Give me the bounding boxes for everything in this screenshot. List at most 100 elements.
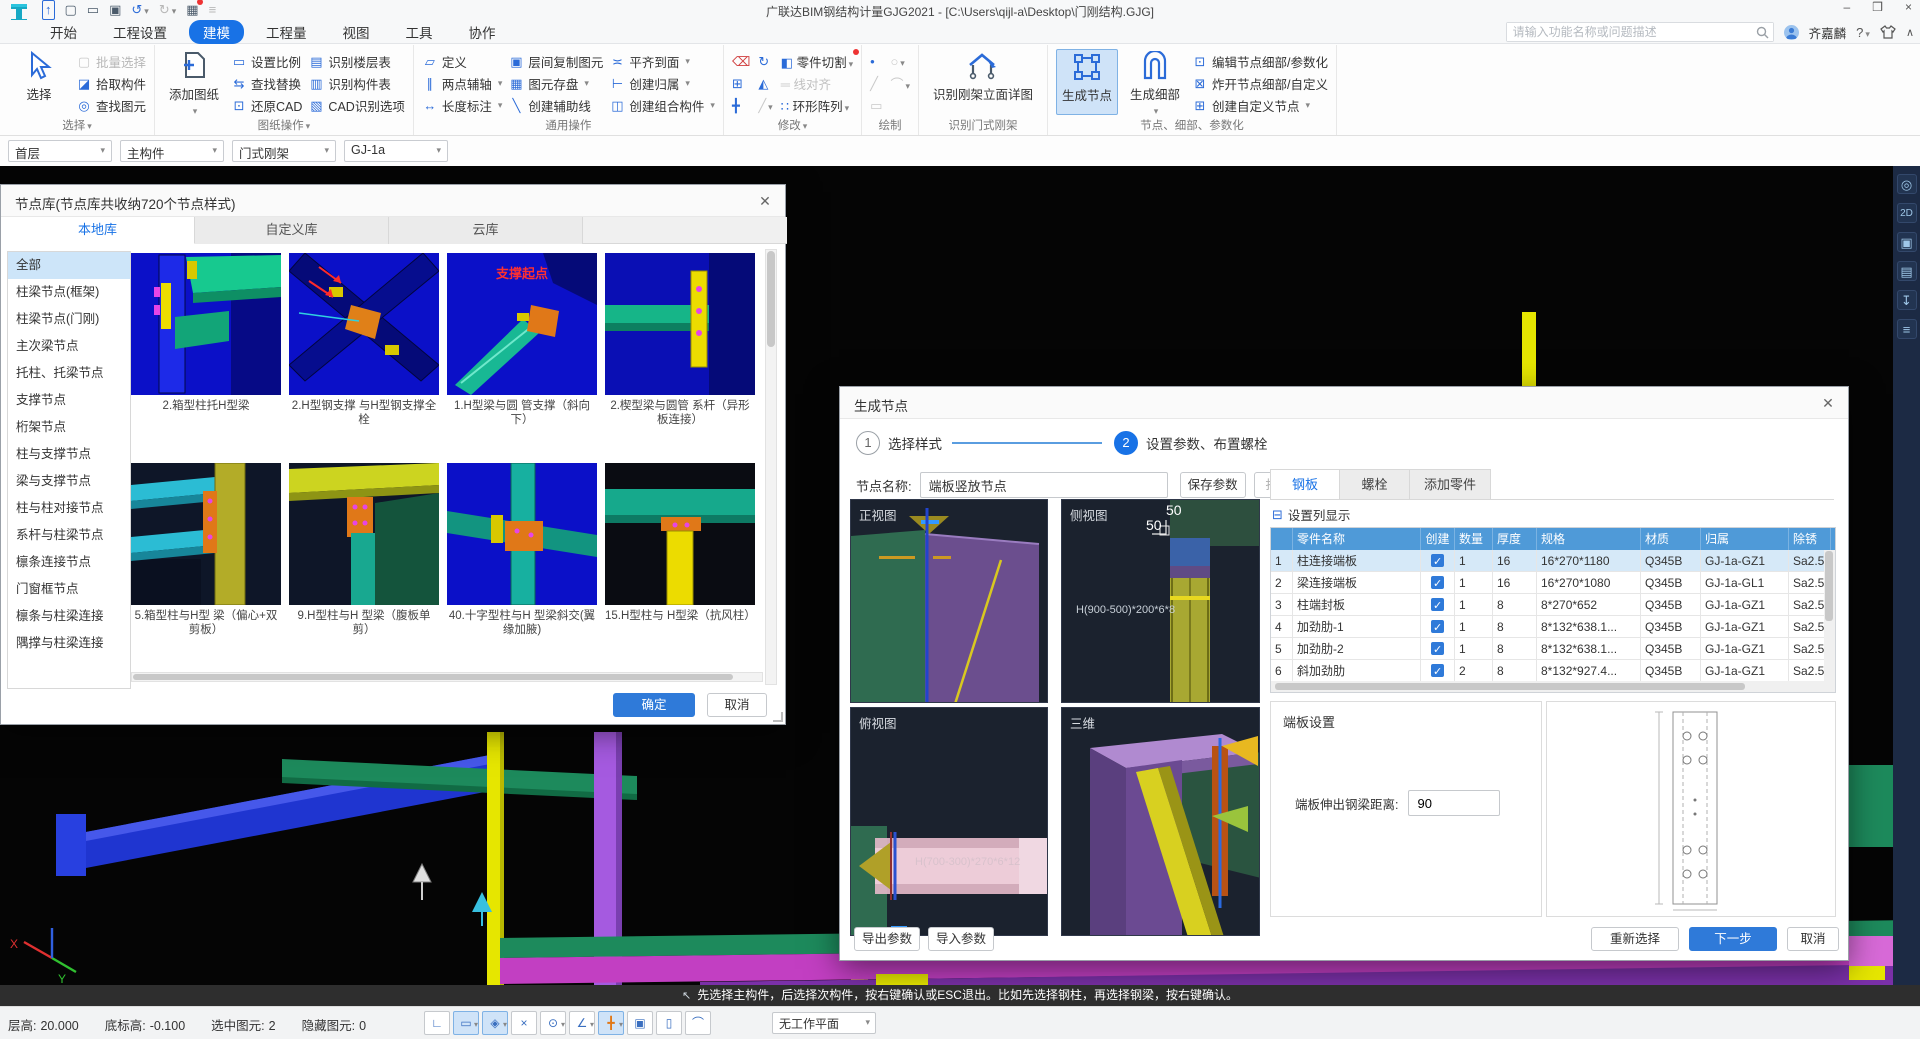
node-library-close-icon[interactable]: ✕ bbox=[755, 191, 775, 211]
created-checkbox[interactable] bbox=[1431, 620, 1444, 633]
draw-rect-icon[interactable]: ▭ bbox=[870, 98, 882, 114]
generate-node-titlebar[interactable]: 生成节点 ✕ bbox=[840, 387, 1848, 419]
function-search[interactable] bbox=[1506, 22, 1774, 42]
collapse-ribbon-icon[interactable]: ∧ bbox=[1906, 26, 1914, 39]
select-button[interactable]: 选择 bbox=[8, 49, 70, 103]
menu-tab[interactable]: 视图 bbox=[329, 20, 384, 44]
node-thumbnail-2[interactable]: 2.H型钢支撑 与H型钢支撑全栓 bbox=[289, 253, 439, 427]
library-horizontal-scrollbar[interactable] bbox=[131, 672, 763, 682]
export-view-icon[interactable]: ↧ bbox=[1897, 290, 1917, 310]
category-item[interactable]: 系杆与柱梁节点 bbox=[8, 522, 130, 549]
tab-custom-library[interactable]: 自定义库 bbox=[195, 217, 389, 244]
side-view-panel[interactable]: 侧视图 50 50 H(900-500)*200*6*8 bbox=[1061, 499, 1260, 703]
menu-tab[interactable]: 工程设置 bbox=[99, 20, 181, 44]
category-item[interactable]: 主次梁节点 bbox=[8, 333, 130, 360]
group-label-select[interactable]: 选择▾ bbox=[0, 117, 154, 133]
resize-grip[interactable] bbox=[773, 712, 783, 722]
workplane-select[interactable]: 无工作平面▾ bbox=[772, 1012, 876, 1034]
context-select[interactable]: 首层▾ bbox=[8, 140, 112, 162]
library-cancel-button[interactable]: 取消 bbox=[707, 693, 767, 717]
explode-node-detail-item[interactable]: ⊠炸开节点细部/自定义 bbox=[1192, 74, 1328, 93]
copy-icon[interactable]: ⊞ bbox=[732, 76, 750, 92]
align-to-face-item[interactable]: ≍平齐到面▾ bbox=[609, 52, 715, 71]
pick-component-item[interactable]: ◪拾取构件 bbox=[76, 74, 146, 93]
pan-icon[interactable]: ◎ bbox=[1897, 174, 1917, 194]
node-thumbnail-1[interactable]: 2.箱型柱托H型梁 bbox=[131, 253, 281, 413]
category-item[interactable]: 支撑节点 bbox=[8, 387, 130, 414]
view-mode-cube-icon[interactable]: ◈▾ bbox=[482, 1011, 508, 1035]
length-dim-item[interactable]: ↔长度标注▾ bbox=[422, 96, 503, 115]
table-row[interactable]: 3 柱端封板 1 8 8*270*652 Q345B GJ-1a-GZ1 Sa2… bbox=[1271, 594, 1835, 616]
node-thumbnail-5[interactable]: 5.箱型柱与H型 梁（偏心+双剪板） bbox=[131, 463, 281, 637]
three-d-view-panel[interactable]: 三维 bbox=[1061, 707, 1260, 936]
region-tool-icon[interactable]: ▣ bbox=[627, 1011, 653, 1035]
table-row[interactable]: 5 加劲肋-2 1 8 8*132*638.1... Q345B GJ-1a-G… bbox=[1271, 638, 1835, 660]
draw-point-icon[interactable]: • bbox=[870, 54, 882, 69]
export-params-button[interactable]: 导出参数 bbox=[854, 927, 920, 951]
created-checkbox[interactable] bbox=[1431, 554, 1444, 567]
category-item[interactable]: 梁与支撑节点 bbox=[8, 468, 130, 495]
category-item[interactable]: 柱梁节点(框架) bbox=[8, 279, 130, 306]
created-checkbox[interactable] bbox=[1431, 664, 1444, 677]
identify-component-table-item[interactable]: ▥识别构件表 bbox=[308, 74, 404, 93]
draw-line-icon[interactable]: ╱ bbox=[870, 76, 882, 92]
table-row[interactable]: 1 柱连接端板 1 16 16*270*1180 Q345B GJ-1a-GZ1… bbox=[1271, 550, 1835, 572]
menu-tab[interactable]: 工具 bbox=[392, 20, 447, 44]
part-cut-item[interactable]: ◧ 零件切割▾ bbox=[781, 52, 853, 71]
model-viewport[interactable]: X Y ◎ 2D ▣ ▤ ↧ ≡ 节点库(节点库共收纳720个节点样式) ✕ 本… bbox=[0, 166, 1920, 985]
node-thumbnail-7[interactable]: 40.十字型柱与H 型梁斜交(翼缘加腋) bbox=[447, 463, 597, 637]
element-store-item[interactable]: ▦图元存盘▾ bbox=[508, 74, 603, 93]
selection-box-icon[interactable]: ▭▾ bbox=[453, 1011, 479, 1035]
ortho-toggle-icon[interactable]: ∟ bbox=[424, 1011, 450, 1035]
move-icon[interactable]: ╋ bbox=[732, 98, 750, 114]
ring-array-item[interactable]: ∷ 环形阵列▾ bbox=[781, 96, 853, 115]
node-thumbnail-6[interactable]: 9.H型柱与H 型梁（腹板单剪） bbox=[289, 463, 439, 637]
restore-button[interactable]: ❒ bbox=[1872, 0, 1883, 14]
category-item[interactable]: 柱与支撑节点 bbox=[8, 441, 130, 468]
table-horizontal-scrollbar[interactable] bbox=[1271, 681, 1836, 692]
menu-tab[interactable]: 协作 bbox=[455, 20, 510, 44]
define-item[interactable]: ▱定义 bbox=[422, 52, 503, 71]
menu-tab[interactable]: 建模 bbox=[189, 20, 244, 44]
tab-cloud-library[interactable]: 云库 bbox=[389, 217, 583, 244]
edit-node-detail-item[interactable]: ⊡编辑节点细部/参数化 bbox=[1192, 52, 1328, 71]
minimize-button[interactable]: – bbox=[1844, 0, 1851, 14]
library-vertical-scrollbar[interactable] bbox=[765, 249, 777, 685]
table-row[interactable]: 4 加劲肋-1 1 8 8*132*638.1... Q345B GJ-1a-G… bbox=[1271, 616, 1835, 638]
create-custom-node-item[interactable]: ⊞创建自定义节点▾ bbox=[1192, 96, 1328, 115]
import-params-button[interactable]: 导入参数 bbox=[928, 927, 994, 951]
arc-tool-icon[interactable]: ⌒ bbox=[685, 1011, 711, 1035]
identify-frame-elevation-button[interactable]: 识别刚架立面详图 bbox=[927, 49, 1039, 103]
category-item[interactable]: 全部 bbox=[8, 252, 130, 279]
tab-add-parts[interactable]: 添加零件 bbox=[1410, 469, 1491, 500]
batch-select-item[interactable]: ▢批量选择 bbox=[76, 52, 146, 71]
save-params-button[interactable]: 保存参数 bbox=[1180, 472, 1246, 498]
node-thumbnail-8[interactable]: 15.H型柱与 H型梁（抗风柱） bbox=[605, 463, 755, 623]
user-avatar[interactable] bbox=[1784, 25, 1799, 40]
two-point-axis-item[interactable]: ∥两点辅轴▾ bbox=[422, 74, 503, 93]
view-list-icon[interactable]: ≡ bbox=[1897, 319, 1917, 339]
dialog-cancel-button[interactable]: 取消 bbox=[1787, 927, 1839, 951]
angle-snap-icon[interactable]: ∠▾ bbox=[569, 1011, 595, 1035]
menu-tab[interactable]: 开始 bbox=[36, 20, 91, 44]
table-vertical-scrollbar[interactable] bbox=[1824, 550, 1835, 682]
category-item[interactable]: 柱梁节点(门刚) bbox=[8, 306, 130, 333]
category-item[interactable]: 门窗框节点 bbox=[8, 576, 130, 603]
find-replace-item[interactable]: ⇆查找替换 bbox=[231, 74, 302, 93]
top-view-panel[interactable]: 俯视图 H(700-300)*270*6*12 bbox=[850, 707, 1048, 936]
point-snap-icon[interactable]: ╋▾ bbox=[598, 1011, 624, 1035]
tab-bolts[interactable]: 螺栓 bbox=[1340, 469, 1410, 500]
created-checkbox[interactable] bbox=[1431, 642, 1444, 655]
column-tool-icon[interactable]: ▯ bbox=[656, 1011, 682, 1035]
created-checkbox[interactable] bbox=[1431, 598, 1444, 611]
cad-options-item[interactable]: ▧CAD识别选项 bbox=[308, 96, 404, 115]
restore-cad-item[interactable]: ⊡还原CAD bbox=[231, 96, 302, 115]
close-button[interactable]: × bbox=[1905, 0, 1912, 14]
category-item[interactable]: 檩条连接节点 bbox=[8, 549, 130, 576]
created-checkbox[interactable] bbox=[1431, 576, 1444, 589]
identify-floor-table-item[interactable]: ▤识别楼层表 bbox=[308, 52, 404, 71]
layers-icon[interactable]: ▤ bbox=[1897, 261, 1917, 281]
generate-detail-button[interactable]: 生成细部▾ bbox=[1124, 49, 1186, 117]
copy-between-floors-item[interactable]: ▣层间复制图元 bbox=[508, 52, 603, 71]
generate-node-button[interactable]: 生成节点 bbox=[1056, 49, 1118, 115]
